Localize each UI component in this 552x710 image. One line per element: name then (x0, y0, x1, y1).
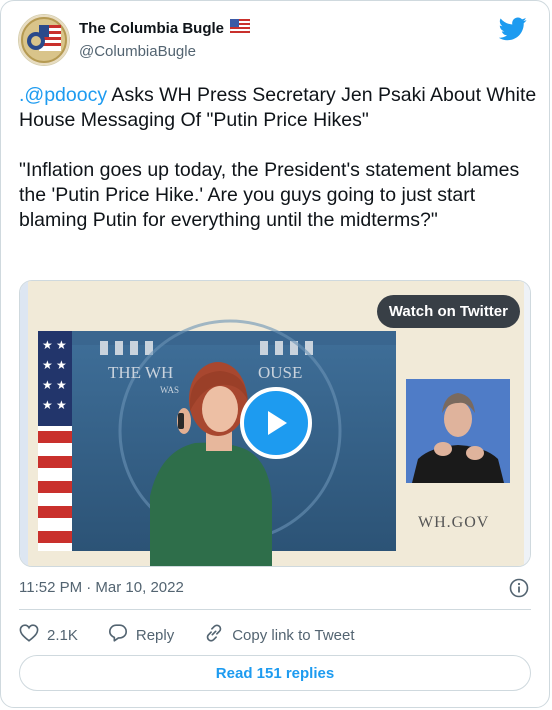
mention-link[interactable]: .@pdoocy (19, 84, 107, 106)
copy-link-label: Copy link to Tweet (232, 626, 355, 644)
author-name-row[interactable]: The Columbia Bugle (79, 18, 251, 38)
svg-text:★: ★ (56, 338, 67, 352)
reply-label: Reply (135, 626, 175, 644)
svg-text:★: ★ (56, 378, 67, 392)
tweet-timestamp[interactable]: 11:52 PM · Mar 10, 2022 (19, 579, 184, 596)
backdrop-text-left: THE WH (108, 363, 173, 382)
backdrop-text-small: WAS (160, 385, 179, 395)
svg-text:★: ★ (42, 338, 53, 352)
tweet-body: .@pdoocy Asks WH Press Secretary Jen Psa… (19, 83, 539, 233)
svg-text:★: ★ (56, 358, 67, 372)
us-flag-icon (229, 18, 251, 38)
svg-text:★: ★ (42, 378, 53, 392)
like-button[interactable]: 2.1K (19, 624, 78, 646)
svg-text:★: ★ (42, 358, 53, 372)
columbia-bugle-logo[interactable] (18, 14, 70, 66)
reply-icon (108, 624, 128, 646)
info-icon[interactable] (509, 578, 529, 603)
video-thumbnail[interactable]: THE WH OUSE WAS ★ ★ ★ ★ ★ ★ ★ ★ WH.GOV W… (19, 280, 531, 567)
svg-text:★: ★ (42, 398, 53, 412)
twitter-bird-icon[interactable] (498, 17, 527, 46)
backdrop-text-right: OUSE (258, 363, 302, 382)
action-bar: 2.1K Reply Copy link to Tweet (19, 623, 385, 647)
heart-icon (19, 624, 39, 646)
copy-link-button[interactable]: Copy link to Tweet (204, 623, 355, 647)
tweet-headline: .@pdoocy Asks WH Press Secretary Jen Psa… (19, 83, 539, 133)
read-replies-button[interactable]: Read 151 replies (19, 655, 531, 691)
author-name[interactable]: The Columbia Bugle (79, 20, 224, 37)
divider (19, 609, 531, 610)
inset-watermark: WH.GOV (418, 514, 489, 531)
like-count: 2.1K (47, 626, 78, 644)
author-handle[interactable]: @ColumbiaBugle (79, 43, 196, 60)
watch-on-twitter-button[interactable]: Watch on Twitter (376, 295, 520, 328)
svg-text:★: ★ (56, 398, 67, 412)
reply-button[interactable]: Reply (108, 624, 174, 646)
tweet-card: The Columbia Bugle @ColumbiaBugle .@pdoo… (0, 0, 550, 708)
play-icon[interactable] (240, 387, 312, 459)
link-icon (204, 623, 224, 647)
tweet-quote: "Inflation goes up today, the President'… (19, 159, 520, 231)
